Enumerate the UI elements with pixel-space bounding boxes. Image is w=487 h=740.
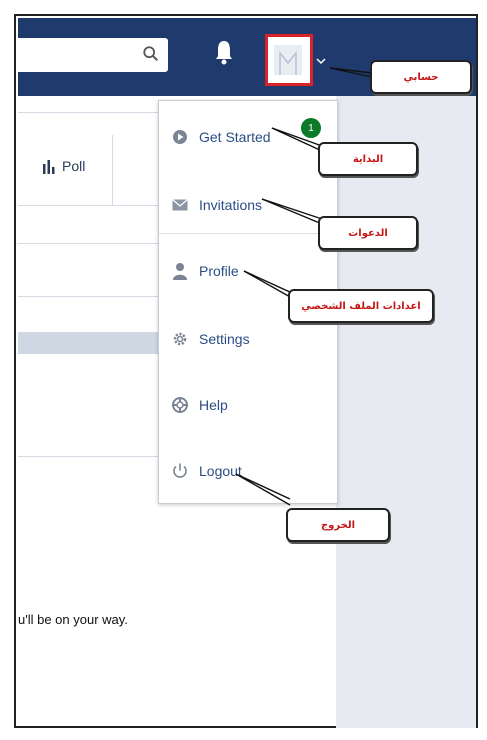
callout-start: البداية bbox=[318, 142, 418, 176]
callout-invitations: الدعوات bbox=[318, 216, 418, 250]
callout-profile-settings: اعدادات الملف الشخصي bbox=[288, 289, 434, 323]
callout-account: حسابي bbox=[370, 60, 472, 94]
callout-logout: الخروج bbox=[286, 508, 390, 542]
annotation-arrows bbox=[235, 67, 373, 506]
